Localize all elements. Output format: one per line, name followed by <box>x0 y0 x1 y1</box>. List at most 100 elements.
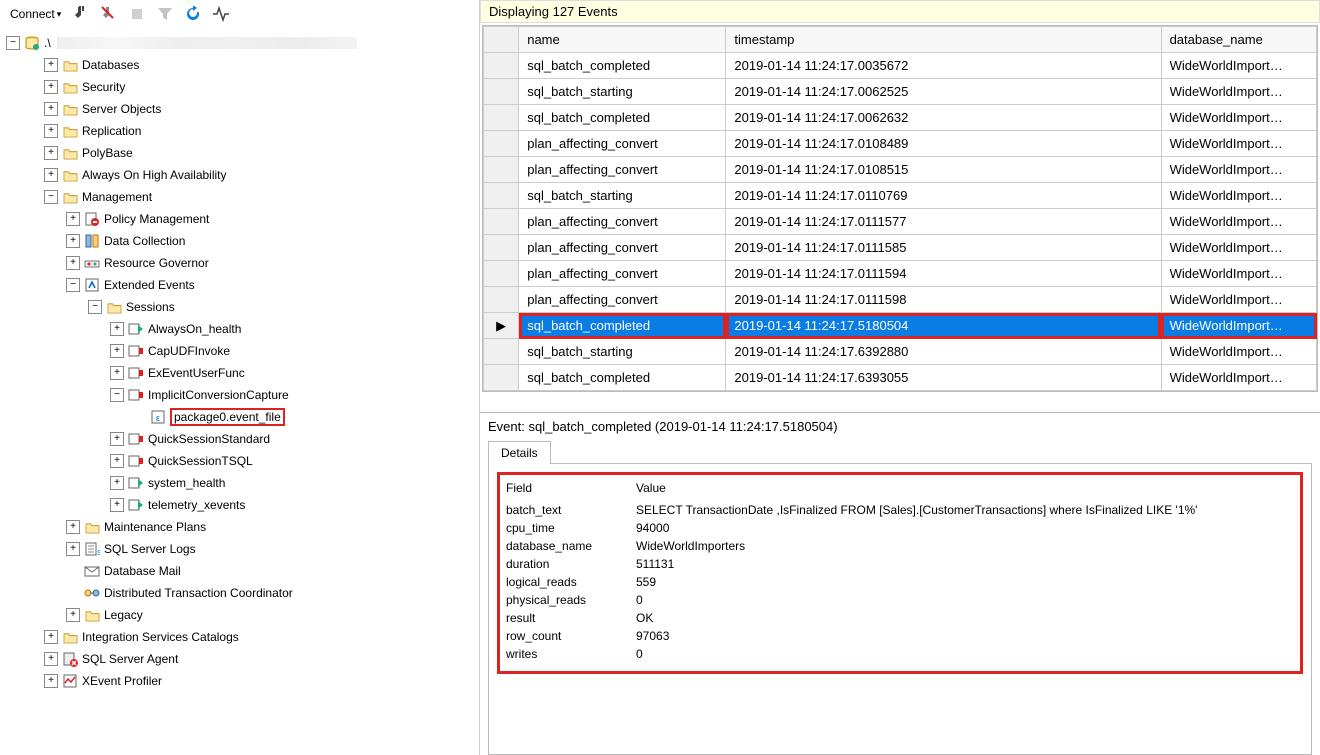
tree-node[interactable]: +Replication <box>2 120 477 142</box>
table-row[interactable]: plan_affecting_convert2019-01-14 11:24:1… <box>484 235 1317 261</box>
table-row[interactable]: plan_affecting_convert2019-01-14 11:24:1… <box>484 209 1317 235</box>
expander[interactable]: + <box>44 102 58 116</box>
table-row[interactable]: sql_batch_completed2019-01-14 11:24:17.6… <box>484 365 1317 391</box>
tree-node[interactable]: +CapUDFInvoke <box>2 340 477 362</box>
expander[interactable]: + <box>44 80 58 94</box>
expander[interactable]: − <box>88 300 102 314</box>
tree-node[interactable]: +SQLSQL Server Logs <box>2 538 477 560</box>
tree-node[interactable]: +AlwaysOn_health <box>2 318 477 340</box>
expander[interactable]: + <box>44 630 58 644</box>
tree-node[interactable]: −Management <box>2 186 477 208</box>
expander[interactable]: + <box>66 212 80 226</box>
tree-node[interactable]: +Legacy <box>2 604 477 626</box>
table-row[interactable]: plan_affecting_convert2019-01-14 11:24:1… <box>484 131 1317 157</box>
expander[interactable]: + <box>44 146 58 160</box>
expander[interactable]: + <box>110 366 124 380</box>
table-row[interactable]: sql_batch_starting2019-01-14 11:24:17.63… <box>484 339 1317 365</box>
expander[interactable]: + <box>110 322 124 336</box>
table-row[interactable]: plan_affecting_convert2019-01-14 11:24:1… <box>484 287 1317 313</box>
detail-row[interactable]: writes0 <box>506 645 1294 663</box>
tree-node[interactable]: +Server Objects <box>2 98 477 120</box>
refresh-icon[interactable] <box>181 4 205 24</box>
detail-row[interactable]: cpu_time94000 <box>506 519 1294 537</box>
detail-row[interactable]: batch_textSELECT TransactionDate ,IsFina… <box>506 501 1294 519</box>
table-row[interactable]: plan_affecting_convert2019-01-14 11:24:1… <box>484 261 1317 287</box>
expander[interactable]: + <box>44 124 58 138</box>
expander[interactable]: + <box>110 476 124 490</box>
col-name[interactable]: name <box>519 27 726 53</box>
table-row[interactable]: sql_batch_starting2019-01-14 11:24:17.00… <box>484 79 1317 105</box>
tree-node-label: Policy Management <box>104 212 209 226</box>
tree-node[interactable]: +Maintenance Plans <box>2 516 477 538</box>
connect-icon[interactable] <box>69 4 93 24</box>
tab-details[interactable]: Details <box>488 441 551 464</box>
tree-node[interactable]: +Databases <box>2 54 477 76</box>
tree-node[interactable]: +PolyBase <box>2 142 477 164</box>
object-explorer-tree[interactable]: − .\ +Databases+Security+Server Objects+… <box>0 28 479 755</box>
tree-node[interactable]: +Integration Services Catalogs <box>2 626 477 648</box>
tree-node[interactable]: +SQL Server Agent <box>2 648 477 670</box>
tree-node[interactable]: +telemetry_xevents <box>2 494 477 516</box>
expander[interactable]: + <box>66 608 80 622</box>
table-row[interactable]: sql_batch_completed2019-01-14 11:24:17.0… <box>484 105 1317 131</box>
tree-node[interactable]: + Resource Governor <box>2 252 477 274</box>
connect-button[interactable]: Connect ▾ <box>6 5 65 23</box>
tree-node[interactable]: +QuickSessionTSQL <box>2 450 477 472</box>
expander[interactable]: + <box>110 498 124 512</box>
tree-node[interactable]: +QuickSessionStandard <box>2 428 477 450</box>
expander[interactable]: + <box>66 520 80 534</box>
detail-row[interactable]: row_count97063 <box>506 627 1294 645</box>
table-row[interactable]: sql_batch_completed2019-01-14 11:24:17.0… <box>484 53 1317 79</box>
detail-row[interactable]: resultOK <box>506 609 1294 627</box>
disconnect-icon[interactable] <box>97 4 121 24</box>
col-timestamp[interactable]: timestamp <box>726 27 1161 53</box>
expander[interactable]: + <box>110 454 124 468</box>
folder-icon <box>62 57 78 73</box>
cell-database: WideWorldImport… <box>1161 365 1316 391</box>
cell-database: WideWorldImport… <box>1161 53 1316 79</box>
expander[interactable]: + <box>110 344 124 358</box>
tree-node[interactable]: Distributed Transaction Coordinator <box>2 582 477 604</box>
expander[interactable]: − <box>44 190 58 204</box>
detail-row[interactable]: duration511131 <box>506 555 1294 573</box>
expander[interactable]: + <box>110 432 124 446</box>
filter-icon[interactable] <box>153 4 177 24</box>
tree-node[interactable]: +Data Collection <box>2 230 477 252</box>
tree-node[interactable]: +system_health <box>2 472 477 494</box>
table-row[interactable]: plan_affecting_convert2019-01-14 11:24:1… <box>484 157 1317 183</box>
tree-node[interactable]: −Sessions <box>2 296 477 318</box>
tree-node[interactable]: −Extended Events <box>2 274 477 296</box>
tree-node-label: Resource Governor <box>104 256 209 270</box>
table-row[interactable]: ▶sql_batch_completed2019-01-14 11:24:17.… <box>484 313 1317 339</box>
detail-row[interactable]: logical_reads559 <box>506 573 1294 591</box>
expander[interactable]: + <box>66 234 80 248</box>
col-database[interactable]: database_name <box>1161 27 1316 53</box>
stop-icon[interactable] <box>125 4 149 24</box>
expander[interactable]: − <box>6 36 20 50</box>
event-detail-pane: Event: sql_batch_completed (2019-01-14 1… <box>480 412 1320 755</box>
tree-node-server[interactable]: − .\ <box>2 32 477 54</box>
expander[interactable]: + <box>44 58 58 72</box>
cell-timestamp: 2019-01-14 11:24:17.0035672 <box>726 53 1161 79</box>
tree-node[interactable]: −ImplicitConversionCapture <box>2 384 477 406</box>
detail-row[interactable]: physical_reads0 <box>506 591 1294 609</box>
expander[interactable]: + <box>66 542 80 556</box>
detail-row[interactable]: database_nameWideWorldImporters <box>506 537 1294 555</box>
expander[interactable]: − <box>110 388 124 402</box>
tree-node[interactable]: + Policy Management <box>2 208 477 230</box>
tree-node[interactable]: +Security <box>2 76 477 98</box>
events-grid[interactable]: name timestamp database_name sql_batch_c… <box>483 26 1317 391</box>
expander[interactable]: − <box>66 278 80 292</box>
expander[interactable]: + <box>44 652 58 666</box>
tree-node[interactable]: εpackage0.event_file <box>2 406 477 428</box>
expander[interactable]: + <box>44 168 58 182</box>
tree-node[interactable]: Database Mail <box>2 560 477 582</box>
expander[interactable]: + <box>44 674 58 688</box>
tree-node[interactable]: +XEvent Profiler <box>2 670 477 692</box>
tree-node[interactable]: +ExEventUserFunc <box>2 362 477 384</box>
table-row[interactable]: sql_batch_starting2019-01-14 11:24:17.01… <box>484 183 1317 209</box>
expander[interactable]: + <box>66 256 80 270</box>
activity-icon[interactable] <box>209 4 233 24</box>
redacted-server-text <box>57 37 357 49</box>
tree-node[interactable]: +Always On High Availability <box>2 164 477 186</box>
